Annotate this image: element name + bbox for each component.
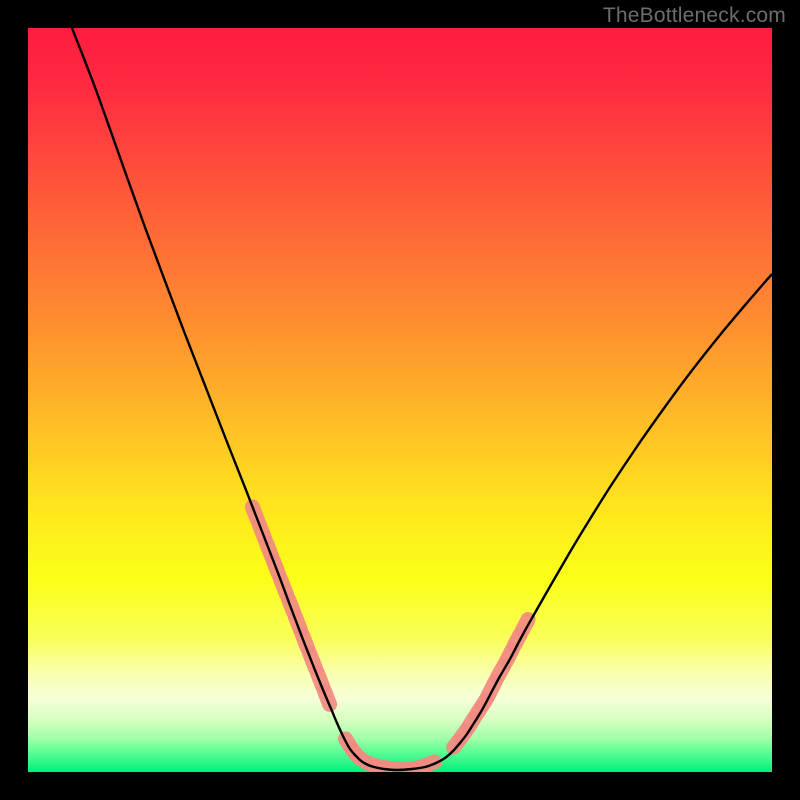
- plot-area: [28, 28, 772, 772]
- curve-layer: [28, 28, 772, 772]
- watermark-label: TheBottleneck.com: [603, 4, 786, 28]
- chart-frame: TheBottleneck.com: [0, 0, 800, 800]
- marker-layer: [252, 507, 528, 769]
- bottleneck-curve: [72, 28, 772, 770]
